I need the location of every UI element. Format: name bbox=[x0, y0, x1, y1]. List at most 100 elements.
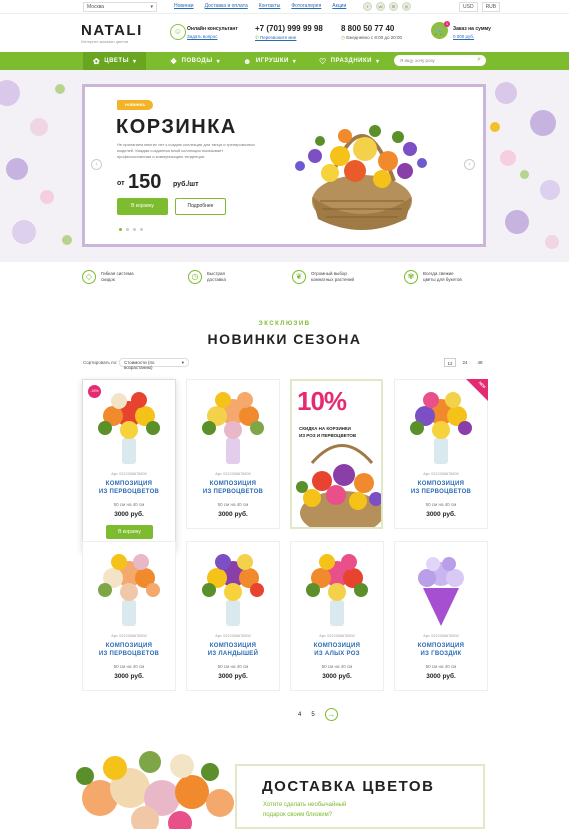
search-input[interactable]: Я ищу, хочу розу ⌕ bbox=[394, 55, 486, 66]
product-size: 50 см на 40 см bbox=[425, 502, 457, 507]
bouquet-image bbox=[98, 392, 160, 464]
bear-icon: ☻ bbox=[243, 56, 252, 66]
search-placeholder: Я ищу, хочу розу bbox=[400, 58, 435, 63]
top-link-contacts[interactable]: Контакты bbox=[259, 3, 281, 9]
promo-text: СКИДКА НА КОРЗИНКИ ИЗ РОЗ И ПЕРВОЦВЕТОВ bbox=[299, 425, 356, 439]
currency-usd[interactable]: USD bbox=[459, 2, 478, 12]
logo[interactable]: NATALI bbox=[81, 22, 143, 39]
per-page-24[interactable]: 24 bbox=[459, 358, 471, 367]
bouquet-image bbox=[98, 554, 160, 626]
hero-prev-arrow-icon[interactable]: ‹ bbox=[91, 159, 102, 170]
product-price: 3000 руб. bbox=[426, 511, 456, 518]
top-link-delivery[interactable]: Доставка и оплата bbox=[205, 3, 248, 9]
callback-link[interactable]: ✆ Перезвоните мне bbox=[255, 35, 323, 41]
product-card[interactable]: NEW Арт. 0212345678900 КОМПОЗИЦИЯ ИЗ ПЕРВ… bbox=[394, 379, 488, 529]
sort-select[interactable]: Стоимости (по возрастанию) ▾ bbox=[119, 358, 189, 370]
currency-rub[interactable]: RUB bbox=[481, 2, 501, 12]
product-name[interactable]: КОМПОЗИЦИЯ ИЗ ПЕРВОЦВЕТОВ bbox=[395, 480, 487, 496]
hero-next-arrow-icon[interactable]: › bbox=[464, 159, 475, 170]
cart-sum[interactable]: 0 000 руб. bbox=[453, 34, 491, 39]
product-name[interactable]: КОМПОЗИЦИЯ ИЗ ПЕРВОЦВЕТОВ bbox=[187, 480, 279, 496]
consultant-block: Онлайн консультант Задать вопрос bbox=[187, 26, 238, 39]
product-name-line: ИЗ ЛАНДЫШЕЙ bbox=[207, 651, 259, 657]
next-page-arrow-icon[interactable]: → bbox=[324, 708, 338, 721]
product-name-line: ИЗ ПЕРВОЦВЕТОВ bbox=[98, 489, 160, 495]
product-name-line: КОМПОЗИЦИЯ bbox=[417, 643, 465, 649]
slider-dot[interactable] bbox=[133, 228, 136, 231]
mail-icon[interactable]: ✉ bbox=[389, 2, 398, 11]
chevron-down-icon: ▾ bbox=[216, 58, 221, 65]
phone-number-1[interactable]: +7 (701) 999 99 98 bbox=[255, 24, 323, 33]
product-name-line: КОМПОЗИЦИЯ bbox=[209, 481, 257, 487]
product-price: 3000 руб. bbox=[426, 673, 456, 680]
product-name[interactable]: КОМПОЗИЦИЯ ИЗ ЛАНДЫШЕЙ bbox=[187, 642, 279, 658]
top-link-new[interactable]: Новинки bbox=[174, 3, 194, 9]
product-price: 3000 руб. bbox=[114, 673, 144, 680]
slider-dot[interactable] bbox=[126, 228, 129, 231]
chevron-down-icon: ▾ bbox=[132, 58, 137, 65]
add-to-cart-button[interactable]: В корзину bbox=[106, 525, 153, 539]
page-4[interactable]: 4 bbox=[298, 712, 301, 718]
phone-number-2[interactable]: 8 800 50 77 40 bbox=[341, 24, 402, 33]
top-utility-bar: Москва Новинки Доставка и оплата Контакт… bbox=[0, 0, 569, 14]
flower-basket-image bbox=[295, 125, 427, 230]
flower-fresh-icon: ✾ bbox=[404, 270, 418, 284]
product-name[interactable]: КОМПОЗИЦИЯ ИЗ ПЕРВОЦВЕТОВ bbox=[83, 642, 175, 658]
product-card[interactable]: Арт. 0212345678900 КОМПОЗИЦИЯ ИЗ ПЕРВОЦВЕ… bbox=[186, 379, 280, 529]
page-5[interactable]: 5 bbox=[311, 712, 314, 718]
product-size: 50 см на 40 см bbox=[217, 664, 249, 669]
hero-price-from: от bbox=[117, 180, 125, 187]
city-select[interactable]: Москва bbox=[83, 2, 157, 12]
product-card[interactable]: Арт. 0212345678900 КОМПОЗИЦИЯ ИЗ ЛАНДЫШЕЙ… bbox=[186, 541, 280, 691]
top-link-sales[interactable]: Акции bbox=[332, 3, 346, 9]
nav-item-label: ПРАЗДНИКИ bbox=[330, 58, 372, 64]
promo-basket-image bbox=[296, 444, 381, 527]
nav-item-label: ИГРУШКИ bbox=[255, 58, 289, 64]
slider-dot[interactable] bbox=[119, 228, 122, 231]
product-card[interactable]: Арт. 0212345678900 КОМПОЗИЦИЯ ИЗ ПЕРВОЦВЕ… bbox=[82, 541, 176, 691]
work-hours: ◷ Ежедневно с 8:00 до 20:00 bbox=[341, 35, 402, 41]
facebook-icon[interactable]: f bbox=[363, 2, 372, 11]
promo-banner[interactable]: 10% СКИДКА НА КОРЗИНКИ ИЗ РОЗ И ПЕРВОЦВЕТ… bbox=[290, 379, 383, 529]
product-name-line: КОМПОЗИЦИЯ bbox=[313, 643, 361, 649]
hero-price-unit: руб./шт bbox=[173, 181, 199, 188]
plant-icon: ❦ bbox=[292, 270, 306, 284]
page: Москва Новинки Доставка и оплата Контакт… bbox=[0, 0, 569, 829]
per-page-48[interactable]: 48 bbox=[474, 358, 486, 367]
nav-item-occasions[interactable]: ❖ ПОВОДЫ ▾ bbox=[170, 52, 220, 70]
search-icon[interactable]: ⌕ bbox=[477, 56, 481, 64]
top-links: Новинки Доставка и оплата Контакты Фотог… bbox=[174, 3, 346, 9]
hero-add-to-cart-button[interactable]: В корзину bbox=[117, 198, 168, 215]
site-header: NATALI Интернет-магазин цветов ☺ Онлайн … bbox=[0, 14, 569, 52]
bouquet-image bbox=[202, 554, 264, 626]
decor-flower-icon bbox=[6, 158, 28, 180]
product-article: Арт. 0212345678900 bbox=[111, 634, 147, 638]
nav-item-holidays[interactable]: ♡ ПРАЗДНИКИ ▾ bbox=[319, 52, 379, 70]
flower-icon: ✿ bbox=[93, 56, 101, 66]
product-name[interactable]: КОМПОЗИЦИЯ ИЗ ПЕРВОЦВЕТОВ bbox=[83, 480, 175, 496]
decor-flower-icon bbox=[500, 150, 516, 166]
hero-details-button[interactable]: Подробнее bbox=[175, 198, 226, 215]
product-card[interactable]: Арт. 0212345678900 КОМПОЗИЦИЯ ИЗ ГВОЗДИК … bbox=[394, 541, 488, 691]
nav-item-flowers[interactable]: ✿ ЦВЕТЫ ▾ bbox=[83, 52, 147, 70]
hero-slider-dots bbox=[119, 228, 143, 231]
ask-question-link[interactable]: Задать вопрос bbox=[187, 34, 238, 39]
product-name[interactable]: КОМПОЗИЦИЯ ИЗ АЛЫХ РОЗ bbox=[291, 642, 383, 658]
top-link-gallery[interactable]: Фотогалерея bbox=[291, 3, 321, 9]
slider-dot[interactable] bbox=[140, 228, 143, 231]
chevron-down-icon: ▾ bbox=[181, 360, 184, 365]
product-name-line: ИЗ АЛЫХ РОЗ bbox=[314, 651, 360, 657]
section-title: НОВИНКИ СЕЗОНА bbox=[207, 331, 362, 347]
cart-count-badge: 1 bbox=[444, 21, 450, 27]
nav-item-toys[interactable]: ☻ ИГРУШКИ ▾ bbox=[243, 52, 296, 70]
product-name[interactable]: КОМПОЗИЦИЯ ИЗ ГВОЗДИК bbox=[395, 642, 487, 658]
instagram-icon[interactable]: ◎ bbox=[402, 2, 411, 11]
cart-block: Заказ на сумму 0 000 руб. bbox=[453, 26, 491, 39]
per-page-12[interactable]: 12 bbox=[444, 358, 456, 367]
product-card[interactable]: -15% Арт. 0212345678900 КОМПОЗИЦИЯ ИЗ ПЕР… bbox=[82, 379, 176, 551]
decor-flower-icon bbox=[40, 190, 54, 204]
hero-price: 150 bbox=[128, 171, 162, 193]
vk-icon[interactable]: vk bbox=[376, 2, 385, 11]
product-card[interactable]: Арт. 0212345678900 КОМПОЗИЦИЯ ИЗ АЛЫХ РОЗ… bbox=[290, 541, 384, 691]
product-price: 3000 руб. bbox=[218, 673, 248, 680]
